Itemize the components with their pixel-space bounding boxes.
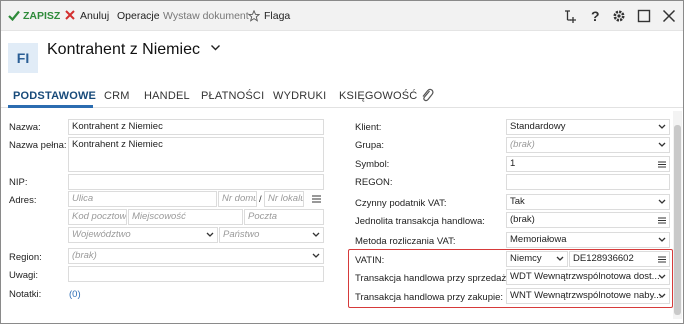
name-field[interactable]: Kontrahent z Niemiec: [68, 119, 324, 135]
street-field[interactable]: Ulica: [68, 191, 217, 207]
save-button[interactable]: ZAPISZ: [8, 9, 60, 23]
vat-active-label: Czynny podatnik VAT:: [355, 198, 447, 209]
nip-label: NIP:: [9, 177, 28, 188]
operations-button[interactable]: Operacje: [117, 9, 160, 23]
apartment-number-field[interactable]: Nr lokalu: [264, 191, 304, 207]
tab-bar: PODSTAWOWE CRM HANDEL PŁATNOŚCI WYDRUKI …: [1, 84, 683, 108]
symbol-label: Symbol:: [355, 159, 390, 170]
cancel-button[interactable]: Anuluj: [65, 9, 109, 23]
post-office-field[interactable]: Poczta: [244, 209, 324, 225]
name-label: Nazwa:: [9, 122, 41, 133]
lines-icon[interactable]: [658, 161, 666, 168]
notes-label: Uwagi:: [9, 270, 39, 281]
symbol-field[interactable]: 1: [506, 156, 670, 172]
single-transaction-label: Jednolita transakcja handlowa:: [355, 216, 485, 227]
country-select[interactable]: Państwo: [219, 227, 324, 243]
region-value: (brak): [72, 250, 97, 261]
vat-method-value: Memoriałowa: [510, 234, 567, 245]
page-title[interactable]: Kontrahent z Niemiec: [47, 41, 221, 59]
window: ZAPISZ Anuluj Operacje Wystaw dokument F…: [0, 0, 684, 324]
issue-document-button[interactable]: Wystaw dokument: [163, 9, 249, 23]
svg-text:?: ?: [591, 8, 600, 24]
vat-method-label: Metoda rozliczania VAT:: [355, 236, 456, 247]
page-title-text: Kontrahent z Niemiec: [47, 41, 200, 58]
single-transaction-select[interactable]: (brak): [506, 212, 670, 228]
avatar: FI: [8, 43, 38, 73]
flag-label: Flaga: [264, 10, 291, 22]
chevron-down-icon: [211, 45, 221, 51]
close-window-icon[interactable]: [661, 8, 677, 24]
scrollbar-thumb[interactable]: [674, 125, 681, 315]
lines-icon[interactable]: [658, 217, 666, 224]
group-value: (brak): [510, 139, 535, 150]
regon-field[interactable]: [506, 174, 670, 190]
memos-label: Notatki:: [9, 289, 42, 300]
tab-trade[interactable]: HANDEL: [144, 90, 190, 102]
vat-active-value: Tak: [510, 196, 525, 207]
group-label: Grupa:: [355, 140, 385, 151]
maximize-icon[interactable]: [636, 8, 652, 24]
lines-icon[interactable]: [312, 195, 321, 203]
check-icon: [8, 10, 20, 21]
region-label: Region:: [9, 252, 42, 263]
chevron-down-icon: [312, 253, 320, 258]
paperclip-icon[interactable]: [420, 87, 434, 103]
nip-field[interactable]: [68, 174, 324, 190]
operations-label: Operacje: [117, 10, 160, 22]
full-name-label: Nazwa pełna:: [9, 140, 67, 151]
chevron-down-icon: [658, 124, 666, 129]
vat-highlight-box: [348, 249, 673, 308]
single-transaction-value: (brak): [510, 214, 535, 225]
save-label: ZAPISZ: [23, 10, 61, 22]
help-icon[interactable]: ?: [587, 8, 603, 24]
province-placeholder: Województwo: [72, 229, 131, 240]
tab-prints[interactable]: WYDRUKI: [273, 90, 326, 102]
flag-button[interactable]: Flaga: [248, 9, 290, 23]
memos-count-link[interactable]: (0): [69, 289, 81, 300]
close-icon: [65, 10, 75, 20]
country-placeholder: Państwo: [223, 229, 260, 240]
symbol-value: 1: [510, 158, 516, 169]
vat-method-select[interactable]: Memoriałowa: [506, 232, 670, 248]
chevron-down-icon: [658, 199, 666, 204]
add-task-icon[interactable]: [562, 8, 578, 24]
tab-basic[interactable]: PODSTAWOWE: [13, 90, 96, 102]
vat-active-select[interactable]: Tak: [506, 194, 670, 210]
client-label: Klient:: [355, 122, 382, 133]
cancel-label: Anuluj: [80, 10, 110, 22]
gear-icon[interactable]: [611, 8, 627, 24]
postal-code-field[interactable]: Kod pocztowy: [68, 209, 127, 225]
issue-document-label: Wystaw dokument: [163, 10, 249, 22]
full-name-field[interactable]: Kontrahent z Niemiec: [68, 137, 324, 172]
address-slash: /: [259, 194, 262, 205]
client-select[interactable]: Standardowy: [506, 119, 670, 135]
province-select[interactable]: Województwo: [68, 227, 218, 243]
address-label: Adres:: [9, 195, 37, 206]
tab-payments[interactable]: PŁATNOŚCI: [201, 90, 264, 102]
house-number-field[interactable]: Nr domu: [218, 191, 257, 207]
city-field[interactable]: Miejscowość: [128, 209, 243, 225]
active-tab-indicator: [8, 105, 93, 108]
client-value: Standardowy: [510, 121, 566, 132]
chevron-down-icon: [206, 232, 214, 237]
region-select[interactable]: (brak): [68, 248, 324, 264]
chevron-down-icon: [658, 237, 666, 242]
star-icon: [248, 10, 260, 22]
notes-field[interactable]: [68, 266, 324, 282]
regon-label: REGON:: [355, 177, 393, 188]
tab-crm[interactable]: CRM: [104, 90, 130, 102]
toolbar: ZAPISZ Anuluj Operacje Wystaw dokument F…: [1, 1, 683, 31]
tab-accounting[interactable]: KSIĘGOWOŚĆ: [339, 90, 417, 102]
chevron-down-icon: [658, 142, 666, 147]
group-select[interactable]: (brak): [506, 137, 670, 153]
chevron-down-icon: [312, 232, 320, 237]
